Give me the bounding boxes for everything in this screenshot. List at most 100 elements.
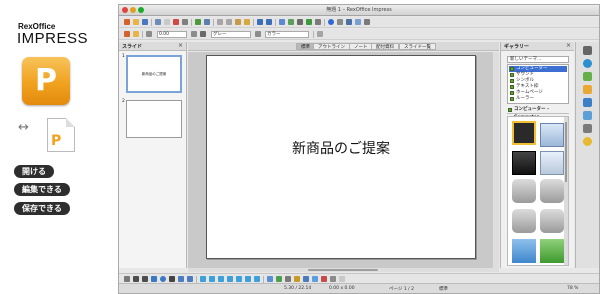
close-slides-pane-icon[interactable]: × [178, 42, 183, 49]
zoom-level[interactable]: 78 % [567, 286, 578, 291]
master-slides-icon[interactable] [583, 111, 592, 120]
line-draw-icon[interactable] [133, 276, 139, 282]
current-slide[interactable]: 新商品のご提案 [206, 55, 476, 259]
layout-name: 標準 [439, 287, 448, 292]
properties-icon[interactable] [583, 46, 592, 55]
arrange-icon[interactable] [285, 276, 291, 282]
more-tools-icon[interactable] [339, 276, 345, 282]
area-color-field[interactable]: カラー [265, 31, 309, 38]
ellipse-icon[interactable] [160, 276, 166, 282]
slide-thumbnail-title: 新商品のご提案 [141, 72, 167, 76]
vertical-scrollbar[interactable] [493, 52, 499, 268]
animation-icon[interactable] [583, 124, 592, 133]
fontwork-icon[interactable] [294, 276, 300, 282]
tab-outline[interactable]: アウトライン [313, 43, 350, 50]
toolbar-options-icon[interactable] [364, 19, 370, 25]
gallery-toggle-icon[interactable] [312, 276, 318, 282]
theme-item[interactable]: ルーラー [509, 96, 567, 102]
zoom-field[interactable]: 0.00 [157, 31, 187, 38]
curve-icon[interactable] [178, 276, 184, 282]
arrow-style-icon[interactable] [124, 31, 130, 37]
export-pdf-icon[interactable] [173, 19, 179, 25]
shadow-toggle-icon[interactable] [330, 276, 336, 282]
database-stack-icon[interactable] [540, 209, 564, 233]
redo-icon[interactable] [266, 19, 272, 25]
transition-icon[interactable] [583, 137, 592, 146]
line-width-icon[interactable] [191, 31, 197, 37]
slide-editor-area[interactable]: 新商品のご提案 [188, 52, 499, 268]
area-style-icon[interactable] [255, 31, 261, 37]
display-icon[interactable] [346, 19, 352, 25]
monitor-icon[interactable] [540, 123, 564, 147]
stars-icon[interactable] [245, 276, 251, 282]
navigator-globe-icon[interactable] [583, 59, 592, 68]
print-icon[interactable] [182, 19, 188, 25]
connector-icon[interactable] [187, 276, 193, 282]
styles-icon[interactable] [583, 72, 592, 81]
table-icon[interactable] [288, 19, 294, 25]
gallery-scrollbar[interactable] [564, 117, 568, 265]
paste-icon[interactable] [235, 19, 241, 25]
tab-slide-sorter[interactable]: スライド一覧 [399, 43, 436, 50]
new-document-icon[interactable] [124, 19, 130, 25]
shadow-icon[interactable] [317, 31, 323, 37]
standard-toolbar [119, 17, 599, 28]
tab-notes[interactable]: ノート [349, 43, 373, 50]
slide-show-icon[interactable] [355, 19, 361, 25]
laptop-icon[interactable] [512, 151, 536, 175]
copy-icon[interactable] [226, 19, 232, 25]
blue-folder-icon[interactable] [512, 239, 536, 263]
symbol-shapes-icon[interactable] [209, 276, 215, 282]
select-icon[interactable] [124, 276, 130, 282]
slide-title[interactable]: 新商品のご提案 [207, 138, 475, 158]
autospell-icon[interactable] [204, 19, 210, 25]
new-theme-button[interactable]: 新しいテーマ... [507, 56, 569, 63]
extrusion-icon[interactable] [321, 276, 327, 282]
format-paintbrush-icon[interactable] [244, 19, 250, 25]
hyperlink-icon[interactable] [306, 19, 312, 25]
spellcheck-icon[interactable] [195, 19, 201, 25]
insert-image-icon[interactable] [303, 276, 309, 282]
basic-shapes-icon[interactable] [200, 276, 206, 282]
database-icon[interactable] [540, 179, 564, 203]
arrow-draw-icon[interactable] [142, 276, 148, 282]
database-add-icon[interactable] [512, 179, 536, 203]
slide-number: 1 [122, 54, 125, 59]
horizontal-scrollbar[interactable] [188, 268, 499, 272]
drawing-toolbar [119, 273, 599, 283]
slide-thumbnail-2[interactable] [126, 100, 182, 138]
keyboard-tools-icon[interactable] [512, 121, 536, 145]
gallery-sidebar-icon[interactable] [583, 85, 592, 94]
block-arrows-icon[interactable] [218, 276, 224, 282]
line-style-icon[interactable] [146, 31, 152, 37]
rectangle-icon[interactable] [151, 276, 157, 282]
cut-icon[interactable] [217, 19, 223, 25]
flat-monitor-icon[interactable] [540, 151, 564, 175]
help-icon[interactable] [328, 19, 334, 25]
line-icon[interactable] [133, 31, 139, 37]
email-icon[interactable] [155, 19, 161, 25]
text-tool-icon[interactable] [169, 276, 175, 282]
file-icon-letter: P [51, 133, 62, 149]
tab-handout[interactable]: 配付資料 [371, 43, 399, 50]
database-edit-icon[interactable] [512, 209, 536, 233]
flowchart-icon[interactable] [227, 276, 233, 282]
align-icon[interactable] [276, 276, 282, 282]
slide-thumbnail-1[interactable]: 新商品のご提案 [126, 55, 182, 93]
open-folder-icon[interactable] [133, 19, 139, 25]
line-color-icon[interactable] [200, 31, 206, 37]
edit-file-icon[interactable] [164, 19, 170, 25]
layouts-icon[interactable] [583, 98, 592, 107]
callouts-icon[interactable] [236, 276, 242, 282]
image-icon[interactable] [297, 19, 303, 25]
chart-icon[interactable] [279, 19, 285, 25]
close-gallery-icon[interactable]: × [566, 42, 571, 49]
undo-icon[interactable] [257, 19, 263, 25]
navigator-icon[interactable] [315, 19, 321, 25]
save-icon[interactable] [142, 19, 148, 25]
3d-objects-icon[interactable] [254, 276, 260, 282]
green-folder-icon[interactable] [540, 239, 564, 263]
fill-color-field[interactable]: グレー [211, 31, 251, 38]
rotate-icon[interactable] [267, 276, 273, 282]
zoom-icon[interactable] [337, 19, 343, 25]
